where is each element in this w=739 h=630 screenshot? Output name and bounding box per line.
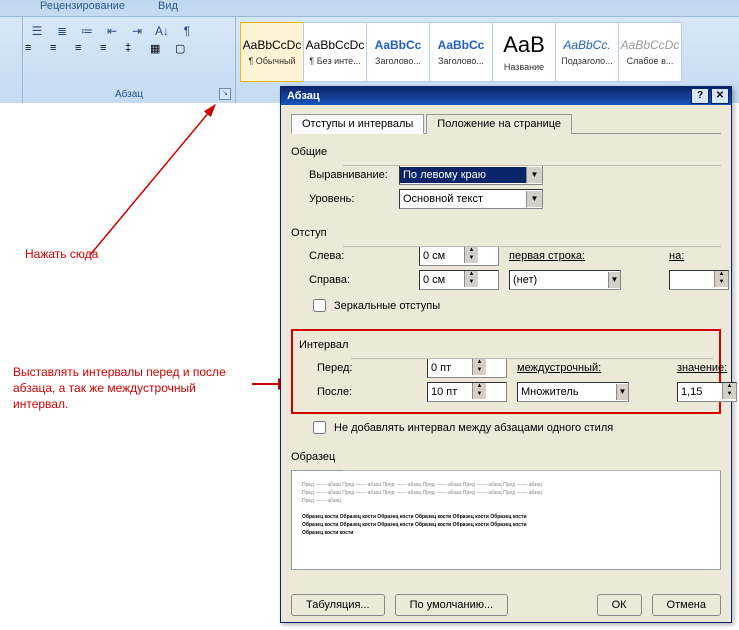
- show-marks-icon[interactable]: ¶: [175, 20, 199, 42]
- after-spinner[interactable]: ▲▼: [427, 382, 507, 402]
- dialog-titlebar: Абзац ? ✕: [281, 87, 731, 105]
- dialog-tabs: Отступы и интервалы Положение на страниц…: [291, 113, 721, 134]
- general-label: Общие: [291, 146, 327, 158]
- mirror-label: Зеркальные отступы: [334, 300, 440, 312]
- arrow-1: [85, 100, 275, 270]
- spacing-by-spinner[interactable]: ▲▼: [677, 382, 737, 402]
- no-space-checkbox[interactable]: [313, 421, 326, 434]
- by-spinner[interactable]: ▲▼: [669, 270, 729, 290]
- line-spacing-combo[interactable]: ▼: [517, 382, 629, 402]
- right-label: Справа:: [309, 274, 409, 286]
- sort-icon[interactable]: A↓: [150, 20, 174, 42]
- increase-indent-icon[interactable]: ⇥: [125, 20, 149, 42]
- section-general: Общие Выравнивание: ▼ Уровень: ▼: [291, 142, 721, 213]
- style-card-5[interactable]: AaBbCc.Подзаголо...: [555, 22, 619, 82]
- bullets-icon[interactable]: ☰: [25, 20, 49, 42]
- preview-box: Пред ─── абзац Пред ─── абзац Пред ─── а…: [291, 470, 721, 570]
- preview-label: Образец: [291, 451, 335, 463]
- line-spacing-label: междустрочный:: [517, 362, 667, 374]
- borders-icon[interactable]: ▢: [175, 42, 199, 64]
- first-line-combo[interactable]: ▼: [509, 270, 621, 290]
- before-spinner[interactable]: ▲▼: [427, 358, 507, 378]
- ribbon-tab-view[interactable]: Вид: [158, 0, 178, 12]
- alignment-label: Выравнивание:: [309, 169, 399, 181]
- by-label: на:: [669, 250, 729, 262]
- style-card-2[interactable]: AaBbCcЗаголово...: [366, 22, 430, 82]
- align-left-icon[interactable]: ≡: [25, 42, 49, 64]
- dialog-title: Абзац: [287, 90, 320, 102]
- level-combo[interactable]: ▼: [399, 189, 543, 209]
- before-label: Перед:: [317, 362, 417, 374]
- style-card-4[interactable]: AaBНазвание: [492, 22, 556, 82]
- justify-icon[interactable]: ≡: [100, 42, 124, 64]
- style-card-3[interactable]: AaBbCcЗаголово...: [429, 22, 493, 82]
- left-label: Слева:: [309, 250, 409, 262]
- annotation-interval: Выставлять интервалы перед и после абзац…: [13, 364, 253, 412]
- ok-button[interactable]: ОК: [597, 594, 642, 616]
- alignment-combo[interactable]: ▼: [399, 165, 543, 185]
- chevron-down-icon[interactable]: ▼: [526, 191, 542, 207]
- after-label: После:: [317, 386, 417, 398]
- align-center-icon[interactable]: ≡: [50, 42, 74, 64]
- paragraph-group-label: Абзац: [115, 89, 143, 100]
- dialog-buttons: Табуляция... По умолчанию... ОК Отмена: [281, 588, 731, 622]
- no-space-label: Не добавлять интервал между абзацами одн…: [334, 422, 613, 434]
- style-card-1[interactable]: AaBbCcDc¶ Без инте...: [303, 22, 367, 82]
- style-card-6[interactable]: AaBbCcDcСлабое в...: [618, 22, 682, 82]
- paragraph-dialog: Абзац ? ✕ Отступы и интервалы Положение …: [280, 86, 732, 623]
- style-card-0[interactable]: AaBbCcDc¶ Обычный: [240, 22, 304, 82]
- left-spinner[interactable]: ▲▼: [419, 246, 499, 266]
- numbering-icon[interactable]: ≣: [50, 20, 74, 42]
- help-button[interactable]: ?: [691, 88, 709, 104]
- multilevel-icon[interactable]: ≔: [75, 20, 99, 42]
- shading-icon[interactable]: ▦: [150, 42, 174, 64]
- paragraph-launcher-icon[interactable]: ↘: [219, 88, 231, 100]
- spacing-by-label: значение:: [677, 362, 737, 374]
- paragraph-group: ☰ ≣ ≔ ⇤ ⇥ A↓ ¶ ≡ ≡ ≡ ≡ ‡ ▦ ▢: [23, 17, 236, 103]
- interval-highlight: Интервал Перед: ▲▼ междустрочный: значен…: [291, 329, 721, 414]
- cancel-button[interactable]: Отмена: [652, 594, 721, 616]
- line-spacing-icon[interactable]: ‡: [125, 42, 149, 64]
- tabs-button[interactable]: Табуляция...: [291, 594, 385, 616]
- decrease-indent-icon[interactable]: ⇤: [100, 20, 124, 42]
- annotation-click-here: Нажать сюда: [25, 247, 98, 261]
- indent-label: Отступ: [291, 227, 327, 239]
- ribbon-tabs: Рецензирование Вид: [0, 0, 739, 16]
- tab-indents[interactable]: Отступы и интервалы: [291, 114, 424, 134]
- section-interval: Интервал Перед: ▲▼ междустрочный: значен…: [299, 339, 713, 402]
- interval-label: Интервал: [299, 339, 348, 351]
- section-indent: Отступ Слева: ▲▼ первая строка: на: Спра…: [291, 223, 721, 315]
- level-label: Уровень:: [309, 193, 399, 205]
- ribbon-tab-review[interactable]: Рецензирование: [40, 0, 125, 12]
- align-right-icon[interactable]: ≡: [75, 42, 99, 64]
- mirror-checkbox[interactable]: [313, 299, 326, 312]
- default-button[interactable]: По умолчанию...: [395, 594, 509, 616]
- tab-position[interactable]: Положение на странице: [426, 114, 572, 134]
- section-preview: Образец Пред ─── абзац Пред ─── абзац Пр…: [291, 447, 721, 570]
- first-line-label: первая строка:: [509, 250, 659, 262]
- close-button[interactable]: ✕: [711, 88, 729, 104]
- chevron-down-icon[interactable]: ▼: [526, 167, 542, 183]
- right-spinner[interactable]: ▲▼: [419, 270, 499, 290]
